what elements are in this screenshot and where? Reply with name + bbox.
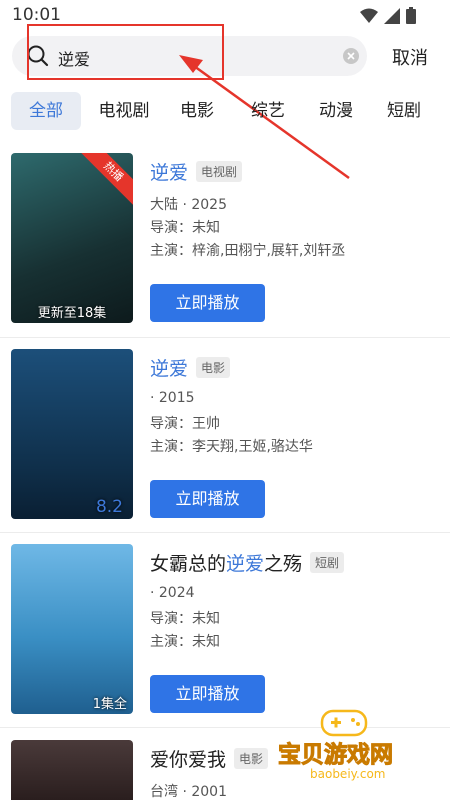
title-row: 逆爱 电影 xyxy=(150,354,231,381)
region-year: 台湾 · 2001 xyxy=(150,784,227,800)
type-badge: 电影 xyxy=(196,357,231,378)
episode-caption: 1集全 xyxy=(92,697,127,712)
title-row: 逆爱 电视剧 xyxy=(150,158,243,185)
type-badge: 电视剧 xyxy=(196,161,243,182)
gamepad-icon xyxy=(320,709,368,737)
play-button[interactable]: 立即播放 xyxy=(150,675,265,713)
clear-icon[interactable] xyxy=(343,48,359,64)
poster-score: 8.2 xyxy=(95,497,123,517)
director: 导演：未知 xyxy=(150,220,220,236)
cast: 主演：李天翔,王姬,骆达华 xyxy=(150,439,313,455)
signal-icon xyxy=(384,7,400,24)
title-row: 女霸总的逆爱之殇 短剧 xyxy=(150,549,345,576)
poster-image[interactable]: 8.2 xyxy=(11,349,133,519)
tab-anime[interactable]: 动漫 xyxy=(311,92,361,130)
result-item[interactable]: 8.2 逆爱 电影 · 2015 导演：王帅 主演：李天翔,王姬,骆达华 立即播… xyxy=(0,349,450,545)
divider xyxy=(0,337,450,338)
type-badge: 电影 xyxy=(234,748,269,769)
watermark-url: baobeiy.com xyxy=(310,767,386,781)
wifi-icon xyxy=(360,8,378,23)
result-title[interactable]: 爱你爱我 xyxy=(150,745,226,772)
cast: 主演：未知 xyxy=(150,634,220,650)
poster-image[interactable] xyxy=(11,740,133,800)
director: 导演：王帅 xyxy=(150,416,220,432)
play-button[interactable]: 立即播放 xyxy=(150,284,265,322)
battery-icon xyxy=(406,7,416,24)
tab-all[interactable]: 全部 xyxy=(11,92,81,130)
result-item[interactable]: 热播 更新至18集 逆爱 电视剧 大陆 · 2025 导演：未知 主演：梓渝,田… xyxy=(0,153,450,349)
poster-image[interactable]: 热播 更新至18集 xyxy=(11,153,133,323)
title-row: 爱你爱我 电影 xyxy=(150,745,269,772)
highlight-box xyxy=(27,24,224,80)
cancel-button[interactable]: 取消 xyxy=(392,44,428,70)
result-title[interactable]: 逆爱 xyxy=(150,354,188,381)
watermark-logo: 宝贝游戏网 baobeiy.com xyxy=(268,705,448,785)
region-year: · 2015 xyxy=(150,390,195,406)
watermark-text: 宝贝游戏网 xyxy=(278,742,394,769)
result-title[interactable]: 逆爱 xyxy=(150,158,188,185)
status-icons xyxy=(360,7,416,24)
region-year: 大陆 · 2025 xyxy=(150,197,227,213)
status-time: 10:01 xyxy=(12,5,61,25)
type-badge: 短剧 xyxy=(310,552,345,573)
category-tabs: 全部 电视剧 电影 综艺 动漫 短剧 xyxy=(11,92,441,130)
tab-tv-series[interactable]: 电视剧 xyxy=(91,92,157,130)
hot-badge: 热播 xyxy=(74,153,133,211)
result-title[interactable]: 女霸总的逆爱之殇 xyxy=(150,549,302,576)
cast: 主演：梓渝,田栩宁,展轩,刘轩丞 xyxy=(150,243,346,259)
poster-image[interactable]: 1集全 xyxy=(11,544,133,714)
tab-variety[interactable]: 综艺 xyxy=(243,92,293,130)
region-year: · 2024 xyxy=(150,585,195,601)
tab-short-drama[interactable]: 短剧 xyxy=(379,92,429,130)
tab-movies[interactable]: 电影 xyxy=(171,92,223,130)
play-button[interactable]: 立即播放 xyxy=(150,480,265,518)
director: 导演：未知 xyxy=(150,611,220,627)
episode-caption: 更新至18集 xyxy=(37,306,107,321)
divider xyxy=(0,532,450,533)
